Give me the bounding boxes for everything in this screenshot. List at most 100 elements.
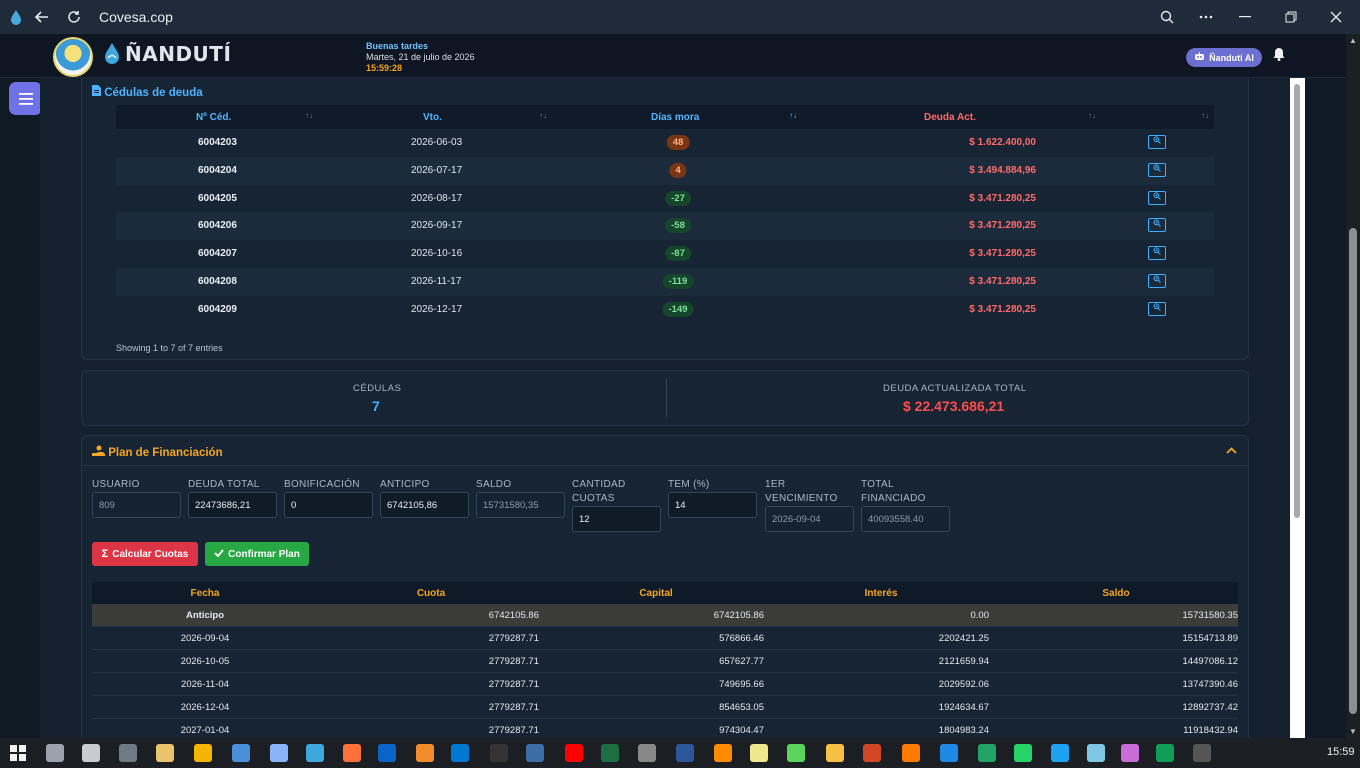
- taskbar-app-icon[interactable]: [490, 744, 508, 762]
- taskbar-app-icon[interactable]: [750, 744, 768, 762]
- scroll-up-icon[interactable]: ▲: [1349, 36, 1357, 45]
- bell-icon[interactable]: [1271, 47, 1287, 65]
- taskbar-app-icon[interactable]: [1087, 744, 1105, 762]
- taskbar-app-icon[interactable]: [902, 744, 920, 762]
- back-arrow-icon[interactable]: [32, 7, 52, 27]
- chevron-up-icon[interactable]: [1226, 443, 1237, 457]
- table-row: 6004206 2026-09-17 -58 $ 3.471.280,25: [116, 212, 1214, 241]
- taskbar-app-icon[interactable]: [343, 744, 361, 762]
- field-input[interactable]: 14: [668, 492, 757, 518]
- taskbar-app-icon[interactable]: [306, 744, 324, 762]
- view-detail-button[interactable]: [1148, 162, 1166, 177]
- cedula-number: 6004208: [198, 275, 237, 287]
- field-input[interactable]: 0: [284, 492, 373, 518]
- hand-coin-icon: [92, 445, 108, 459]
- taskbar-app-icon[interactable]: [638, 744, 656, 762]
- taskbar-app-icon[interactable]: [82, 744, 100, 762]
- field-input[interactable]: 15731580,35: [476, 492, 565, 518]
- taskbar-app-icon[interactable]: [676, 744, 694, 762]
- taskbar-app-icon[interactable]: [451, 744, 469, 762]
- cedula-vto: 2026-07-17: [411, 164, 463, 176]
- cuota-capital: 854653.05: [719, 702, 764, 713]
- taskbar-app-icon[interactable]: [863, 744, 881, 762]
- hamburger-menu-button[interactable]: [9, 82, 42, 115]
- taskbar-clock[interactable]: 15:59: [1327, 746, 1355, 758]
- cuota-cuota: 2779287.71: [488, 725, 539, 736]
- field-label: SALDO: [476, 479, 512, 490]
- field-label: ANTICIPO: [380, 479, 430, 490]
- calcular-cuotas-button[interactable]: Σ Calcular Cuotas: [92, 542, 198, 566]
- field-6: TEM (%) 14: [668, 478, 757, 518]
- scroll-thumb[interactable]: [1349, 228, 1357, 714]
- cuota-interes: 2202421.25: [938, 633, 989, 644]
- view-detail-button[interactable]: [1148, 135, 1166, 149]
- taskbar-app-icon[interactable]: [826, 744, 844, 762]
- field-input[interactable]: 22473686,21: [188, 492, 277, 518]
- cuota-saldo: 15154713.89: [1182, 633, 1238, 644]
- taskbar-app-icon[interactable]: [787, 744, 805, 762]
- view-detail-button[interactable]: [1148, 301, 1166, 316]
- col-deuda-act[interactable]: Deuda Act.: [924, 112, 976, 123]
- cedula-number: 6004209: [198, 303, 237, 315]
- taskbar-app-icon[interactable]: [1156, 744, 1174, 762]
- cedula-number: 6004204: [198, 164, 237, 176]
- zoom-icon[interactable]: [1157, 7, 1177, 27]
- taskbar-app-icon[interactable]: [194, 744, 212, 762]
- page-title: Covesa.cop: [99, 9, 173, 25]
- sort-icon[interactable]: ↑↓: [789, 111, 797, 120]
- view-detail-button[interactable]: [1148, 246, 1166, 261]
- view-detail-button[interactable]: [1148, 218, 1166, 233]
- maximize-icon[interactable]: [1281, 7, 1301, 27]
- robot-icon: [1194, 52, 1205, 63]
- sort-icon[interactable]: ↑↓: [1201, 111, 1209, 120]
- taskbar-app-icon[interactable]: [156, 744, 174, 762]
- cedulas-title: Cédulas de deuda: [92, 85, 203, 99]
- search-plus-icon: [1153, 275, 1161, 283]
- taskbar-app-icon[interactable]: [714, 744, 732, 762]
- minimize-icon[interactable]: [1235, 7, 1255, 27]
- taskbar-app-icon[interactable]: [1014, 744, 1032, 762]
- field-input[interactable]: 40093558.40: [861, 506, 950, 532]
- col-interes: Interés: [864, 588, 898, 599]
- field-input[interactable]: 6742105,86: [380, 492, 469, 518]
- more-icon[interactable]: [1196, 7, 1216, 27]
- inner-scrollbar[interactable]: [1292, 84, 1302, 524]
- deuda-actualizada: $ 3.471.280,25: [969, 192, 1036, 204]
- reload-icon[interactable]: [64, 7, 84, 27]
- taskbar-app-icon[interactable]: [119, 744, 137, 762]
- taskbar-app-icon[interactable]: [46, 744, 64, 762]
- taskbar-app-icon[interactable]: [270, 744, 288, 762]
- col-num-ced[interactable]: Nº Céd.: [196, 112, 231, 123]
- taskbar-app-icon[interactable]: [416, 744, 434, 762]
- plan-header[interactable]: Plan de Financiación: [82, 436, 1248, 466]
- field-input[interactable]: 809: [92, 492, 181, 518]
- col-vto[interactable]: Vto.: [423, 112, 442, 123]
- view-detail-button[interactable]: [1148, 273, 1166, 288]
- view-detail-button[interactable]: [1148, 190, 1166, 205]
- col-dias-mora[interactable]: Días mora: [651, 112, 699, 123]
- taskbar-app-icon[interactable]: [978, 744, 996, 762]
- taskbar-app-icon[interactable]: [1051, 744, 1069, 762]
- taskbar-app-icon[interactable]: [1193, 744, 1211, 762]
- field-input[interactable]: 12: [572, 506, 661, 532]
- taskbar-app-icon[interactable]: [232, 744, 250, 762]
- nanduti-ai-button[interactable]: Ñanduti AI: [1186, 48, 1262, 67]
- field-input[interactable]: 2026-09-04: [765, 506, 854, 532]
- taskbar-app-icon[interactable]: [1121, 744, 1139, 762]
- taskbar-app-icon[interactable]: [940, 744, 958, 762]
- taskbar-app-icon[interactable]: [565, 744, 583, 762]
- page-scrollbar[interactable]: ▲ ▼: [1346, 34, 1360, 738]
- cuota-fecha: 2026-11-04: [181, 679, 229, 690]
- confirmar-plan-button[interactable]: Confirmar Plan: [205, 542, 309, 566]
- scroll-down-icon[interactable]: ▼: [1349, 727, 1357, 736]
- windows-start-icon[interactable]: [10, 745, 26, 761]
- sort-icon[interactable]: ↑↓: [539, 111, 547, 120]
- cuota-saldo: 14497086.12: [1182, 656, 1238, 667]
- taskbar-app-icon[interactable]: [526, 744, 544, 762]
- close-icon[interactable]: [1326, 7, 1346, 27]
- taskbar-app-icon[interactable]: [378, 744, 396, 762]
- sort-icon[interactable]: ↑↓: [1088, 111, 1096, 120]
- app-header: ÑANDUTÍ Buenas tardes Martes, 21 de juli…: [0, 34, 1346, 78]
- taskbar-app-icon[interactable]: [601, 744, 619, 762]
- sort-icon[interactable]: ↑↓: [305, 111, 313, 120]
